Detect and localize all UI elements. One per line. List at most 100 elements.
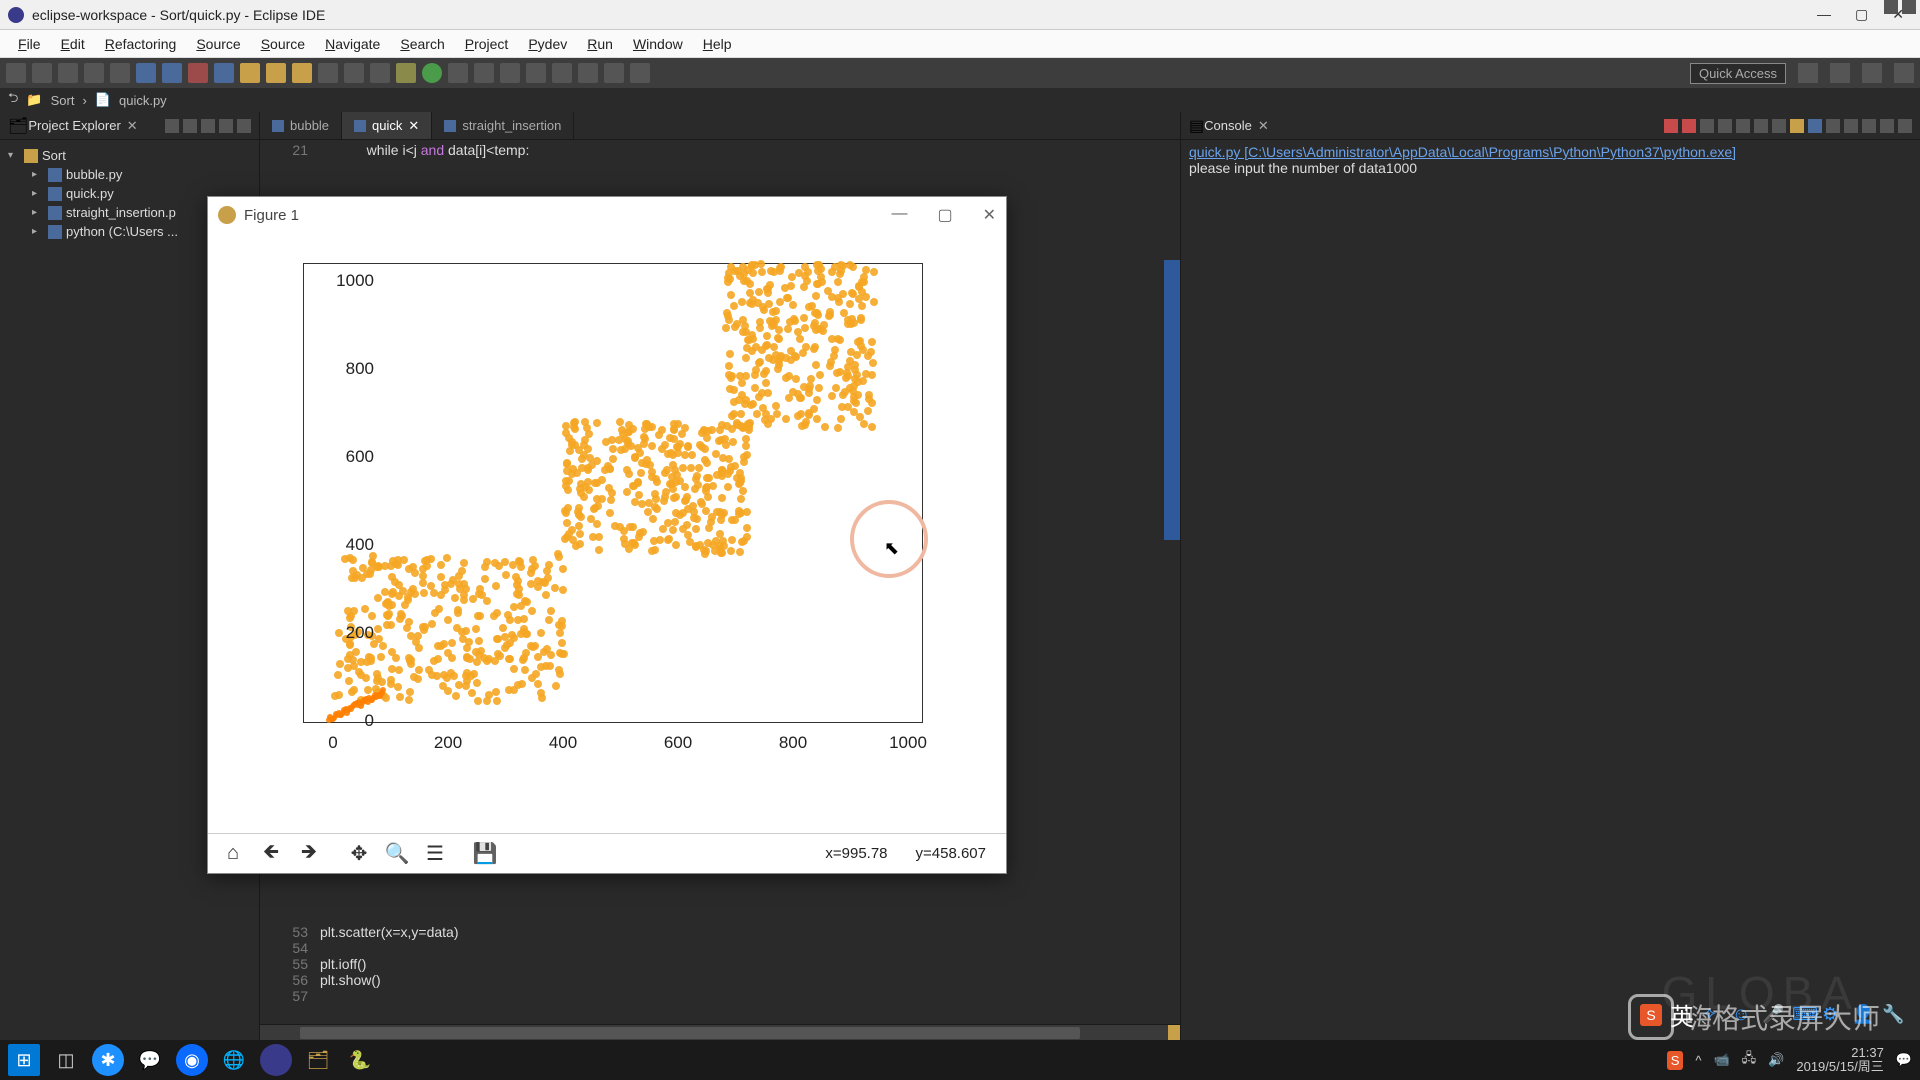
redo-button[interactable] xyxy=(110,63,130,83)
home-button[interactable]: ⌂ xyxy=(216,838,250,870)
open-console-button[interactable] xyxy=(1826,119,1840,133)
figure-minimize-button[interactable]: — xyxy=(891,205,907,225)
menu-pydev[interactable]: Pydev xyxy=(518,32,577,56)
tree-file[interactable]: ▸ bubble.py xyxy=(4,165,255,184)
wrench-icon[interactable]: 🔧 xyxy=(1882,1004,1904,1026)
toolbar-button[interactable] xyxy=(578,63,598,83)
console-header-link[interactable]: quick.py [C:\Users\Administrator\AppData… xyxy=(1189,144,1736,160)
chevron-down-icon[interactable]: ▾ xyxy=(8,150,20,161)
tray-expand-icon[interactable]: ^ xyxy=(1695,1053,1701,1068)
save-button[interactable]: 💾 xyxy=(468,838,502,870)
taskbar-eclipse[interactable] xyxy=(260,1044,292,1076)
taskbar-app[interactable]: ✱ xyxy=(92,1044,124,1076)
taskbar-wechat[interactable]: 💬 xyxy=(134,1044,166,1076)
external-tools-button[interactable] xyxy=(474,63,494,83)
step-over-button[interactable] xyxy=(266,63,286,83)
scrollbar-thumb[interactable] xyxy=(300,1027,1080,1039)
taskbar-chrome[interactable]: 🌐 xyxy=(218,1044,250,1076)
step-return-button[interactable] xyxy=(292,63,312,83)
tab-bubble[interactable]: bubble xyxy=(260,112,342,139)
configure-button[interactable]: ☰ xyxy=(418,838,452,870)
menu-source[interactable]: Source xyxy=(186,32,250,56)
tray-sogou-icon[interactable]: S xyxy=(1667,1051,1684,1070)
menu-window[interactable]: Window xyxy=(623,32,693,56)
mic-icon[interactable]: 🎤 xyxy=(1762,1004,1784,1026)
perspective-button[interactable] xyxy=(1894,63,1914,83)
person-icon[interactable]: 👤 xyxy=(1852,1004,1874,1026)
tray-video-icon[interactable]: 📹 xyxy=(1713,1052,1729,1068)
suspend-button[interactable] xyxy=(162,63,182,83)
menu-help[interactable]: Help xyxy=(693,32,742,56)
menu-navigate[interactable]: Navigate xyxy=(315,32,390,56)
window-minimize-button[interactable]: — xyxy=(1817,6,1831,23)
resume-button[interactable] xyxy=(136,63,156,83)
toolbar-button[interactable] xyxy=(500,63,520,83)
chevron-right-icon[interactable]: ▸ xyxy=(32,226,44,237)
undo-button[interactable] xyxy=(84,63,104,83)
close-icon[interactable]: ✕ xyxy=(1258,118,1269,134)
run-button[interactable] xyxy=(422,63,442,83)
tool-icon[interactable]: ✧ xyxy=(1702,1004,1724,1026)
ime-indicator[interactable]: 英 xyxy=(1670,997,1694,1032)
link-editor-button[interactable] xyxy=(183,119,197,133)
chevron-right-icon[interactable]: ▸ xyxy=(32,207,44,218)
chevron-right-icon[interactable]: ▸ xyxy=(32,169,44,180)
editor-horizontal-scrollbar[interactable] xyxy=(260,1024,1180,1040)
menu-run[interactable]: Run xyxy=(577,32,623,56)
search-button[interactable] xyxy=(552,63,572,83)
tab-straight-insertion[interactable]: straight_insertion xyxy=(432,112,574,139)
breadcrumb-item[interactable]: Sort xyxy=(51,93,75,108)
breadcrumb-home-icon[interactable]: ⮌ xyxy=(8,89,18,111)
view-menu-button[interactable] xyxy=(201,119,215,133)
toolbar-button[interactable] xyxy=(344,63,364,83)
quick-access-input[interactable]: Quick Access xyxy=(1690,63,1786,84)
menu-source2[interactable]: Source xyxy=(251,32,315,56)
breadcrumb-item[interactable]: quick.py xyxy=(119,93,167,108)
tray-volume-icon[interactable]: 🔊 xyxy=(1768,1052,1784,1068)
back-button[interactable]: 🡸 xyxy=(254,838,288,870)
tree-root[interactable]: ▾ Sort xyxy=(4,146,255,165)
remove-all-button[interactable] xyxy=(1718,119,1732,133)
tab-quick[interactable]: quick ✕ xyxy=(342,112,432,139)
perspective-button[interactable] xyxy=(1862,63,1882,83)
menu-edit[interactable]: Edit xyxy=(51,32,95,56)
close-icon[interactable]: ✕ xyxy=(408,118,419,134)
settings-icon[interactable]: ⚙ xyxy=(1822,1004,1844,1026)
new-button[interactable] xyxy=(6,63,26,83)
toolbar-button[interactable] xyxy=(370,63,390,83)
remove-terminated-button[interactable] xyxy=(1700,119,1714,133)
pin-button[interactable] xyxy=(1790,119,1804,133)
menu-refactoring[interactable]: Refactoring xyxy=(95,32,187,56)
display-button[interactable] xyxy=(1808,119,1822,133)
editor-overview-ruler[interactable] xyxy=(1164,260,1180,540)
terminate-all-button[interactable] xyxy=(1682,119,1696,133)
tray-clock[interactable]: 21:37 2019/5/15/周三 xyxy=(1796,1046,1883,1075)
scroll-lock-button[interactable] xyxy=(1754,119,1768,133)
menu-file[interactable]: File xyxy=(8,32,51,56)
start-button[interactable]: ⊞ xyxy=(8,1044,40,1076)
menu-project[interactable]: Project xyxy=(455,32,519,56)
perspective-button[interactable] xyxy=(1798,63,1818,83)
keyboard-icon[interactable]: ⌨ xyxy=(1792,1004,1814,1026)
save-all-button[interactable] xyxy=(58,63,78,83)
maximize-button[interactable] xyxy=(1898,119,1912,133)
taskbar-explorer[interactable]: 🗂 xyxy=(302,1044,334,1076)
toolbar-button[interactable] xyxy=(526,63,546,83)
new-console-button[interactable] xyxy=(1844,119,1858,133)
chevron-right-icon[interactable]: ▸ xyxy=(32,188,44,199)
minimize-view-button[interactable] xyxy=(1884,0,1898,14)
clear-button[interactable] xyxy=(1736,119,1750,133)
figure-close-button[interactable]: ✕ xyxy=(983,205,996,225)
drop-frame-button[interactable] xyxy=(318,63,338,83)
minimize-button[interactable] xyxy=(219,119,233,133)
perspective-button[interactable] xyxy=(1830,63,1850,83)
zoom-button[interactable]: 🔍 xyxy=(380,838,414,870)
window-maximize-button[interactable]: ▢ xyxy=(1855,6,1868,23)
console-output[interactable]: quick.py [C:\Users\Administrator\AppData… xyxy=(1181,140,1920,1040)
sogou-icon[interactable]: S xyxy=(1640,1004,1662,1026)
taskbar-app[interactable]: ◉ xyxy=(176,1044,208,1076)
menu-search[interactable]: Search xyxy=(390,32,454,56)
minimize-button[interactable] xyxy=(1880,119,1894,133)
back-button[interactable] xyxy=(604,63,624,83)
emoji-icon[interactable]: ☺ xyxy=(1732,1004,1754,1026)
